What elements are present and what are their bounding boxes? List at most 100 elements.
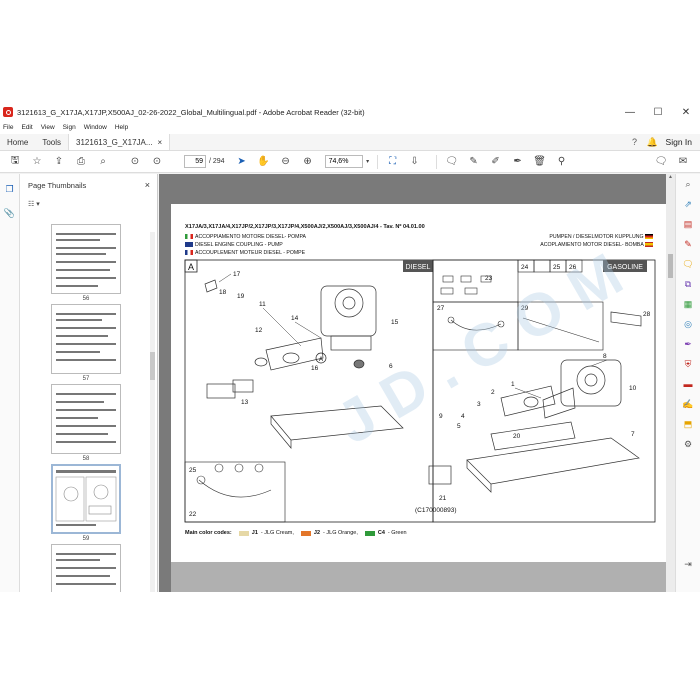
menu-bar: File Edit View Sign Window Help [0, 122, 700, 134]
menu-sign[interactable]: Sign [63, 122, 76, 134]
scroll-up-arrow-icon[interactable]: ▲ [666, 174, 675, 180]
email-icon[interactable]: ✉ [672, 153, 694, 171]
spain-flag-icon [645, 242, 653, 248]
draw-icon[interactable]: ✐ [485, 153, 507, 171]
zoom-in-icon[interactable]: ⊕ [297, 153, 319, 171]
share-upload-icon[interactable]: ⇪ [48, 153, 70, 171]
legend-code-j1: J1 [251, 530, 258, 536]
fit-page-icon[interactable]: ⛶ [382, 153, 404, 171]
delete-icon[interactable]: 🗑 [529, 153, 551, 171]
combine-files-icon[interactable]: ⧉ [676, 274, 700, 294]
document-scrollbar[interactable]: ▲ [666, 174, 675, 592]
zoom-level-select[interactable]: 74,6% [324, 155, 363, 168]
organize-pages-icon[interactable]: ▦ [676, 294, 700, 314]
legend-title: Main color codes: [185, 530, 232, 536]
page-total: / 294 [209, 158, 225, 165]
thumbnails-title: Page Thumbnails [28, 180, 87, 190]
callout-11: 11 [259, 301, 266, 308]
collapse-panel-icon[interactable]: ⇥ [676, 554, 700, 574]
notification-bell-icon[interactable]: 🔔 [644, 134, 662, 150]
comment-tool-icon[interactable]: 🗨 [676, 254, 700, 274]
maximize-button[interactable]: ☐ [644, 107, 672, 118]
hand-tool-icon[interactable]: ✋ [253, 153, 275, 171]
tab-document[interactable]: 3121613_G_X17JA... × [68, 134, 171, 151]
redact-icon[interactable]: ▬ [676, 374, 700, 394]
create-pdf-icon[interactable]: ▤ [676, 214, 700, 234]
document-viewport[interactable]: X17JA/3,X17JA/4,X17JP/2,X17JP/3,X17JP/4,… [159, 174, 675, 592]
attachments-paperclip-icon[interactable]: 📎 [0, 204, 19, 222]
fill-sign-tool-icon[interactable]: ✒ [676, 334, 700, 354]
legend-text-j1: - JLG Cream, [260, 530, 294, 536]
thumbnail-page[interactable]: 57 [51, 304, 121, 382]
save-icon[interactable]: 🖫 [4, 153, 26, 171]
thumbnail-page[interactable]: 56 [51, 224, 121, 302]
thumbnail-page[interactable]: 58 [51, 384, 121, 462]
fill-sign-icon[interactable]: ✒ [507, 153, 529, 171]
protect-icon[interactable]: ⛨ [676, 354, 700, 374]
tab-close-icon[interactable]: × [158, 134, 163, 151]
callout-21: 21 [439, 495, 447, 502]
menu-view[interactable]: View [41, 122, 55, 134]
page-number-input[interactable]: 59 [184, 155, 206, 168]
legend-swatch-j2 [300, 530, 311, 536]
menu-edit[interactable]: Edit [21, 122, 32, 134]
thumbnails-panel: Page Thumbnails × ☷ ▾ 56 57 58 59 [20, 174, 158, 592]
thumbnail-image [51, 304, 121, 374]
zoom-out-icon[interactable]: ⊖ [275, 153, 297, 171]
stamp-tool-icon[interactable]: ⬒ [676, 414, 700, 434]
italy-flag-icon [185, 234, 193, 240]
thumbnails-scrollbar[interactable] [150, 232, 155, 592]
france-flag-icon [185, 250, 193, 256]
tab-tools[interactable]: Tools [35, 134, 68, 150]
zoom-dropdown-icon[interactable]: ▾ [363, 153, 373, 171]
scan-ocr-icon[interactable]: ◎ [676, 314, 700, 334]
callout-12: 12 [255, 327, 263, 334]
tab-home[interactable]: Home [0, 134, 35, 150]
edit-pdf-icon[interactable]: ✎ [676, 234, 700, 254]
thumbnail-page-number: 59 [82, 536, 90, 542]
menu-file[interactable]: File [3, 122, 13, 134]
callout-4: 4 [461, 413, 465, 420]
callout-10: 10 [629, 385, 637, 392]
sign-in-button[interactable]: Sign In [662, 134, 700, 150]
thumbnail-image [51, 464, 121, 534]
minimize-button[interactable]: — [616, 107, 644, 118]
previous-page-icon[interactable]: ⊙ [124, 153, 146, 171]
more-tools-icon[interactable]: ⚙ [676, 434, 700, 454]
next-page-icon[interactable]: ⊙ [146, 153, 168, 171]
request-signature-icon[interactable]: ✍ [676, 394, 700, 414]
thumbnails-panel-icon[interactable]: ❐ [0, 180, 19, 198]
search-tool-icon[interactable]: ⌕ [676, 174, 700, 194]
legend-text-j2: - JLG Orange, [323, 530, 358, 536]
bookmark-star-icon[interactable]: ☆ [26, 153, 48, 171]
menu-window[interactable]: Window [84, 122, 107, 134]
thumbnail-page[interactable]: 60 [51, 544, 121, 592]
search-icon[interactable]: ⌕ [92, 153, 114, 171]
highlight-pen-icon[interactable]: ✎ [463, 153, 485, 171]
print-icon[interactable]: ⎙ [70, 153, 92, 171]
comment-icon[interactable]: 🗨 [441, 153, 463, 171]
close-window-button[interactable]: ✕ [672, 107, 700, 118]
export-pdf-icon[interactable]: ⇗ [676, 194, 700, 214]
callout-5: 5 [457, 423, 461, 430]
close-panel-icon[interactable]: × [145, 180, 150, 190]
help-icon[interactable]: ? [626, 134, 644, 150]
section-a-marker: A [319, 357, 323, 363]
thumbnail-options-icon[interactable]: ☷ ▾ [20, 196, 157, 212]
stamp-icon[interactable]: ⚲ [551, 153, 573, 171]
title-french-text: ACCOUPLEMENT MOTEUR DIESEL - POMPE [195, 250, 306, 256]
comments-panel-icon[interactable]: 🗨 [650, 153, 672, 171]
thumbnails-scroll-thumb[interactable] [150, 352, 155, 380]
thumbnail-page-current[interactable]: 59 [51, 464, 121, 542]
acrobat-app-icon [3, 107, 13, 117]
callout-7: 7 [631, 431, 635, 438]
legend-text-c4: - Green [387, 530, 407, 536]
callout-17: 17 [233, 271, 241, 278]
menu-help[interactable]: Help [115, 122, 128, 134]
thumbnail-page-number: 58 [82, 456, 90, 462]
select-cursor-icon[interactable]: ➤ [231, 153, 253, 171]
callout-8: 8 [603, 353, 607, 360]
section-a-label: A [188, 262, 194, 272]
document-scroll-thumb[interactable] [668, 254, 673, 278]
scroll-mode-icon[interactable]: ⇩ [404, 153, 426, 171]
